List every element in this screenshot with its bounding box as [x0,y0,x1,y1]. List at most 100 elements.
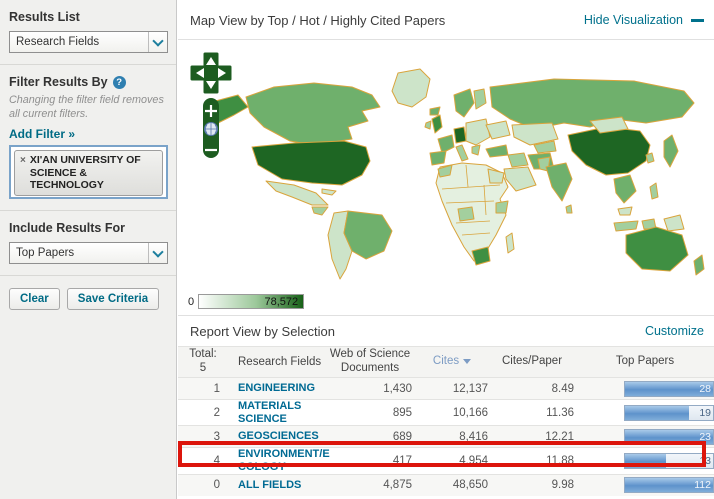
country-turkey[interactable] [486,145,508,157]
chevron-down-icon[interactable] [148,243,167,263]
map-countries[interactable] [204,69,704,279]
world-map[interactable] [194,62,710,280]
country-italy[interactable] [456,145,468,161]
field-link[interactable]: MATERIALS SCIENCE [238,400,328,425]
docs-cell: 895 [328,407,416,419]
actions-section: Clear Save Criteria [0,276,176,321]
minus-icon [691,19,704,22]
include-results-section: Include Results For Top Papers [0,211,176,276]
essential-science-indicators-app: Results List Research Fields Filter Resu… [0,0,714,499]
cites-per-paper-cell: 9.98 [490,479,576,491]
top-papers-bar: 23 [624,429,714,445]
country-southeast-asia[interactable] [614,175,636,203]
filter-chip[interactable]: × XI'AN UNIVERSITY OF SCIENCE & TECHNOLO… [14,150,163,196]
save-criteria-button[interactable]: Save Criteria [67,288,159,310]
country-scandinavia[interactable] [454,89,474,117]
country-japan[interactable] [664,135,678,167]
filter-heading: Filter Results By [9,75,108,89]
legend-gradient-bar: 78,572 [198,294,304,309]
add-filter-link[interactable]: Add Filter » [9,127,75,141]
country-madagascar[interactable] [506,233,514,253]
field-link[interactable]: GEOSCIENCES [238,430,319,443]
filter-note: Changing the filter field removes all cu… [9,93,167,121]
country-iceland[interactable] [430,107,440,115]
country-philippines[interactable] [650,183,658,199]
include-results-select[interactable]: Top Papers [9,242,168,264]
filter-chip-label: XI'AN UNIVERSITY OF SCIENCE & TECHNOLOGY [30,154,158,192]
country-saudi-arabia[interactable] [504,167,536,191]
country-china[interactable] [568,127,650,175]
cites-cell: 4,954 [416,455,490,467]
top-papers-bar: 19 [624,405,714,421]
results-list-heading: Results List [9,10,167,24]
field-link[interactable]: ALL FIELDS [238,479,301,492]
report-table: Total: 5 Research Fields Web of Science … [178,346,714,496]
country-uk[interactable] [432,115,442,133]
country-finland[interactable] [474,89,486,109]
top-papers-value: 112 [694,479,711,491]
top-papers-value: 13 [699,455,711,467]
cites-cell: 8,416 [416,431,490,443]
country-usa[interactable] [252,141,370,185]
field-link[interactable]: ENGINEERING [238,382,315,395]
cites-cell: 12,137 [416,383,490,395]
country-australia[interactable] [626,227,688,271]
include-results-selected-value: Top Papers [16,247,74,259]
country-indonesia[interactable] [614,221,638,231]
country-east-europe[interactable] [466,119,490,145]
help-icon[interactable]: ? [113,76,126,89]
country-ethiopia[interactable] [496,201,508,213]
map-header: Map View by Top / Hot / Highly Cited Pap… [178,0,714,40]
country-spain[interactable] [430,151,446,165]
sort-desc-icon [463,359,471,364]
total-count: Total: 5 [178,348,228,376]
total-label: Total: [178,348,228,362]
country-egypt[interactable] [488,169,504,183]
country-ireland[interactable] [425,121,431,129]
top-papers-value: 23 [699,431,711,443]
customize-link[interactable]: Customize [645,324,704,338]
cites-per-paper-cell: 8.49 [490,383,576,395]
chevron-down-icon[interactable] [148,32,167,52]
country-sri-lanka[interactable] [566,205,572,213]
country-korea[interactable] [646,153,654,163]
include-results-heading: Include Results For [9,221,167,235]
country-greenland[interactable] [392,69,430,107]
table-header-row: Total: 5 Research Fields Web of Science … [178,346,714,377]
country[interactable] [312,207,328,215]
legend-min-label: 0 [188,296,194,308]
country-india[interactable] [546,163,572,201]
country-cuba[interactable] [322,189,336,195]
map-zoom-controls[interactable] [190,52,232,164]
table-row: 3 GEOSCIENCES 689 8,416 12.21 23 [178,425,714,447]
legend-max-label: 78,572 [264,296,298,308]
country-canada[interactable] [246,83,380,145]
clear-button[interactable]: Clear [9,288,60,310]
country-mexico[interactable] [266,181,328,205]
country-new-zealand[interactable] [694,255,704,275]
hide-visualization-link[interactable]: Hide Visualization [584,13,704,27]
table-row-highlighted: 4 ENVIRONMENT/ECOLOGY 417 4,954 11.88 13 [178,447,714,473]
field-link[interactable]: ENVIRONMENT/ECOLOGY [238,448,333,473]
column-header-cites-sort[interactable]: Cites [416,355,490,369]
filter-section: Filter Results By ? Changing the filter … [0,65,176,211]
column-header-wos-documents: Web of Science Documents [328,348,416,376]
country-new-guinea[interactable] [664,215,684,231]
active-filters-box: × XI'AN UNIVERSITY OF SCIENCE & TECHNOLO… [9,145,168,199]
country-germany[interactable] [454,127,466,143]
country-iraq[interactable] [508,153,528,167]
country-balkans[interactable] [472,145,480,155]
total-value: 5 [178,362,228,376]
table-row: 0 ALL FIELDS 4,875 48,650 9.98 112 [178,474,714,496]
results-list-select[interactable]: Research Fields [9,31,168,53]
country-nigeria[interactable] [458,207,474,221]
remove-filter-icon[interactable]: × [20,155,26,166]
country-malaysia[interactable] [618,207,632,215]
table-row: 1 ENGINEERING 1,430 12,137 8.49 28 [178,377,714,399]
cites-cell: 10,166 [416,407,490,419]
top-papers-bar: 13 [624,453,714,469]
top-papers-value: 19 [699,407,711,419]
column-header-research-fields: Research Fields [228,356,328,368]
country-france[interactable] [438,135,454,153]
rank-cell: 1 [178,383,228,395]
